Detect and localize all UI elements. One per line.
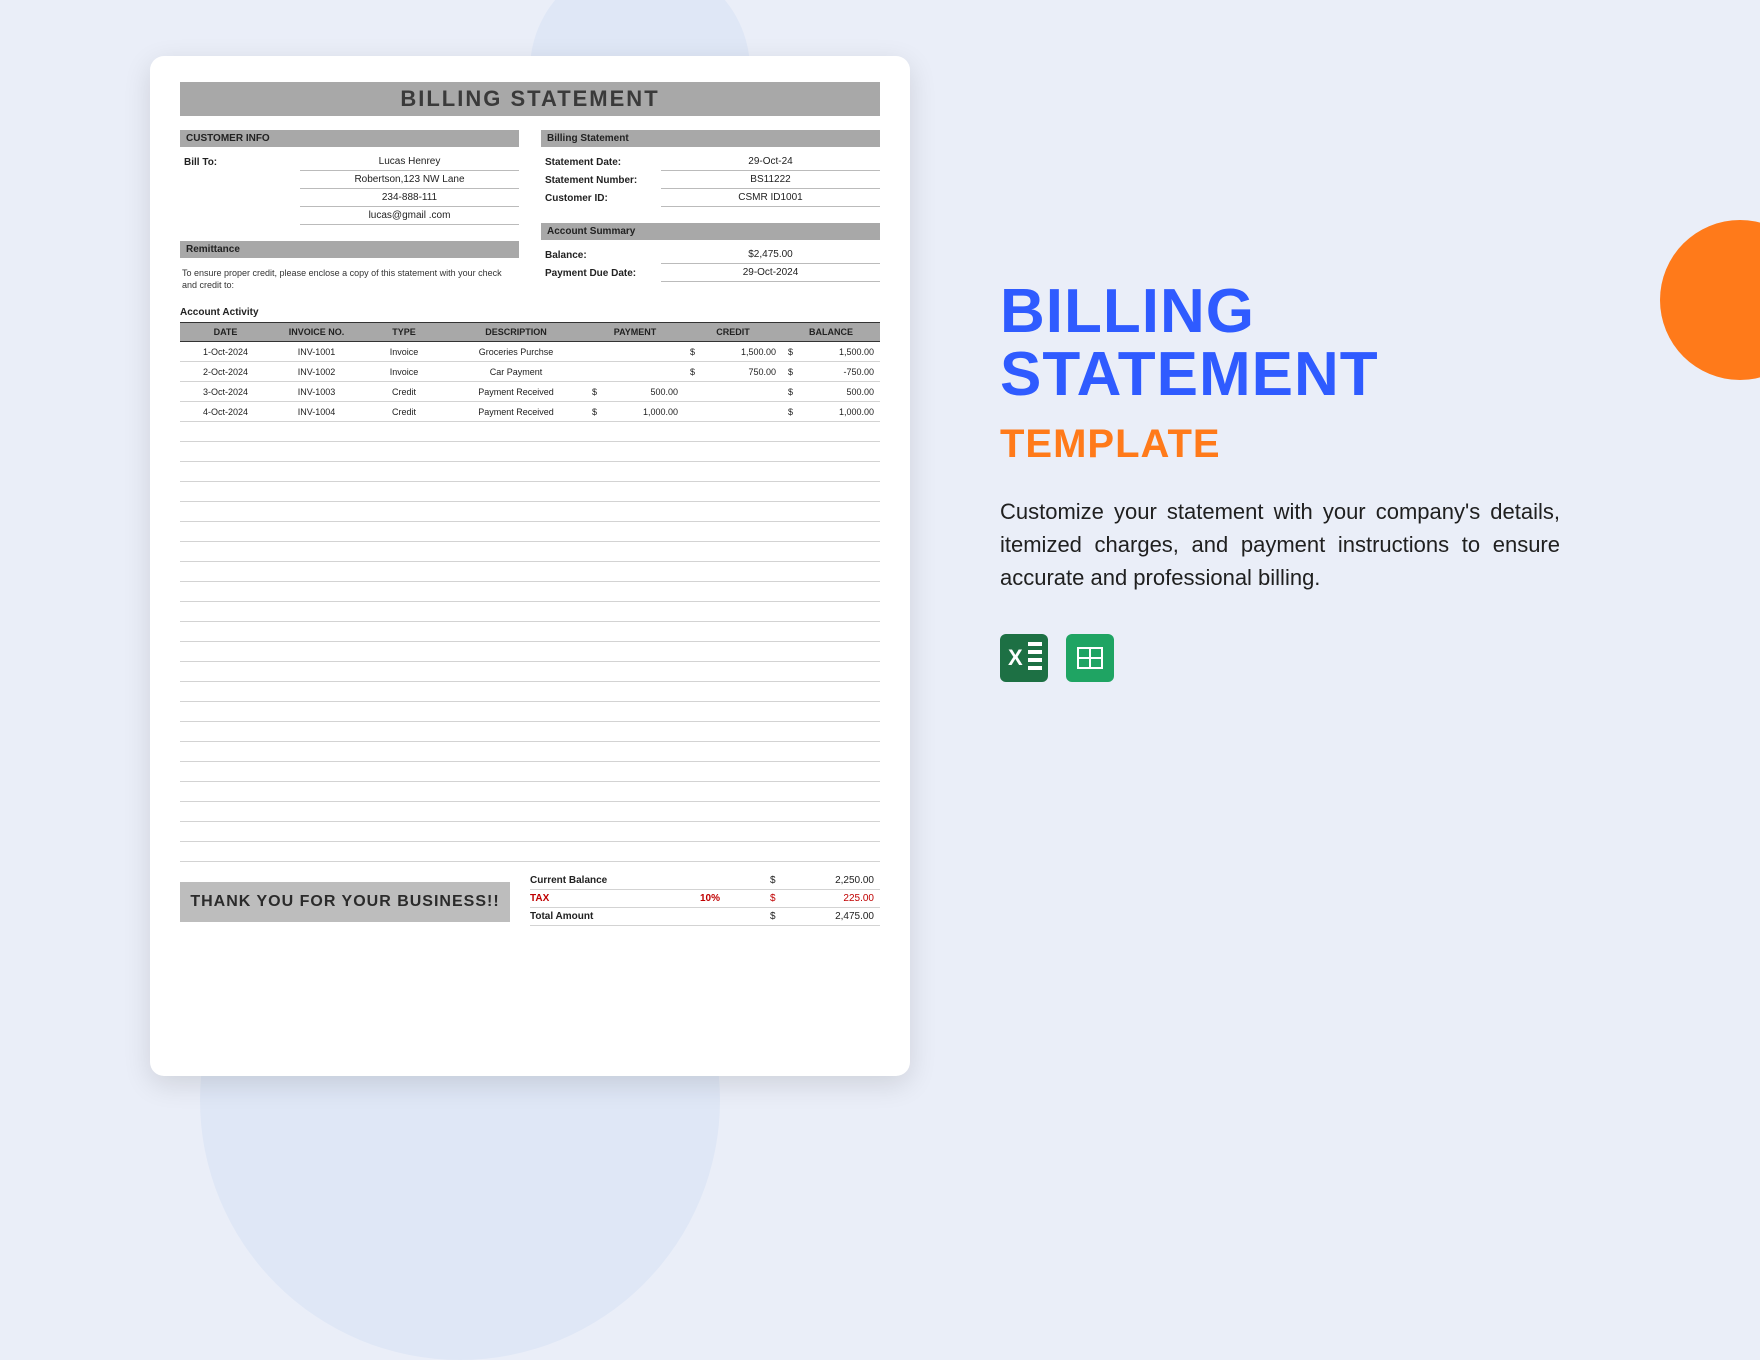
account-activity-label: Account Activity xyxy=(180,307,880,318)
table-row xyxy=(180,582,880,602)
doc-title: BILLING STATEMENT xyxy=(180,82,880,116)
bill-to-name: Lucas Henrey xyxy=(300,153,519,171)
bill-to-phone: 234-888-111 xyxy=(300,189,519,207)
stmt-num-label: Statement Number: xyxy=(541,173,661,188)
table-row xyxy=(180,422,880,442)
statement-heading: Billing Statement xyxy=(541,130,880,147)
promo-description: Customize your statement with your compa… xyxy=(1000,495,1560,594)
remittance-heading: Remittance xyxy=(180,241,519,258)
customer-info-heading: CUSTOMER INFO xyxy=(180,130,519,147)
bill-to-email: lucas@gmail .com xyxy=(300,207,519,225)
google-sheets-icon[interactable] xyxy=(1066,634,1114,682)
bill-to-label: Bill To: xyxy=(180,155,300,170)
table-row: 4-Oct-2024INV-1004CreditPayment Received… xyxy=(180,402,880,422)
table-row xyxy=(180,522,880,542)
col-credit: CREDIT xyxy=(684,323,782,342)
totals-block: Current Balance $2,250.00 TAX 10% $225.0… xyxy=(530,872,880,926)
total-amount-label: Total Amount xyxy=(530,911,680,922)
table-row xyxy=(180,822,880,842)
table-row xyxy=(180,802,880,822)
balance-value: $2,475.00 xyxy=(661,246,880,264)
table-row xyxy=(180,842,880,862)
col-type: TYPE xyxy=(362,323,446,342)
table-row xyxy=(180,602,880,622)
table-row xyxy=(180,642,880,662)
col-description: DESCRIPTION xyxy=(446,323,586,342)
promo-panel: BILLINGSTATEMENT TEMPLATE Customize your… xyxy=(1000,280,1560,682)
due-label: Payment Due Date: xyxy=(541,266,661,281)
table-row: 3-Oct-2024INV-1003CreditPayment Received… xyxy=(180,382,880,402)
tax-label: TAX xyxy=(530,893,680,904)
remittance-text: To ensure proper credit, please enclose … xyxy=(180,264,519,291)
tax-pct: 10% xyxy=(680,893,740,904)
col-payment: PAYMENT xyxy=(586,323,684,342)
table-row xyxy=(180,762,880,782)
promo-subtitle: TEMPLATE xyxy=(1000,422,1560,467)
col-balance: BALANCE xyxy=(782,323,880,342)
table-row xyxy=(180,502,880,522)
table-row xyxy=(180,742,880,762)
col-invoice: INVOICE NO. xyxy=(271,323,362,342)
tax-value: $225.00 xyxy=(740,893,880,904)
account-summary-heading: Account Summary xyxy=(541,223,880,240)
bg-decor-blob xyxy=(1660,220,1760,380)
due-value: 29-Oct-2024 xyxy=(661,264,880,282)
activity-table: DATE INVOICE NO. TYPE DESCRIPTION PAYMEN… xyxy=(180,322,880,862)
table-row xyxy=(180,782,880,802)
activity-header-row: DATE INVOICE NO. TYPE DESCRIPTION PAYMEN… xyxy=(180,323,880,342)
stmt-date-label: Statement Date: xyxy=(541,155,661,170)
table-row xyxy=(180,442,880,462)
table-row xyxy=(180,482,880,502)
balance-label: Balance: xyxy=(541,248,661,263)
total-amount-value: $2,475.00 xyxy=(740,911,880,922)
table-row xyxy=(180,542,880,562)
stmt-date-value: 29-Oct-24 xyxy=(661,153,880,171)
document-preview: BILLING STATEMENT CUSTOMER INFO Bill To:… xyxy=(150,56,910,1076)
current-balance-value: $2,250.00 xyxy=(740,875,880,886)
current-balance-label: Current Balance xyxy=(530,875,680,886)
table-row xyxy=(180,682,880,702)
col-date: DATE xyxy=(180,323,271,342)
cust-id-label: Customer ID: xyxy=(541,191,661,206)
stmt-num-value: BS11222 xyxy=(661,171,880,189)
table-row xyxy=(180,462,880,482)
table-row xyxy=(180,562,880,582)
bill-to-address: Robertson,123 NW Lane xyxy=(300,171,519,189)
table-row xyxy=(180,622,880,642)
cust-id-value: CSMR ID1001 xyxy=(661,189,880,207)
promo-title: BILLINGSTATEMENT xyxy=(1000,280,1560,406)
table-row: 1-Oct-2024INV-1001InvoiceGroceries Purch… xyxy=(180,342,880,362)
table-row xyxy=(180,722,880,742)
table-row xyxy=(180,662,880,682)
table-row xyxy=(180,702,880,722)
thank-you-banner: THANK YOU FOR YOUR BUSINESS!! xyxy=(180,882,510,922)
excel-icon[interactable] xyxy=(1000,634,1048,682)
table-row: 2-Oct-2024INV-1002InvoiceCar Payment$750… xyxy=(180,362,880,382)
